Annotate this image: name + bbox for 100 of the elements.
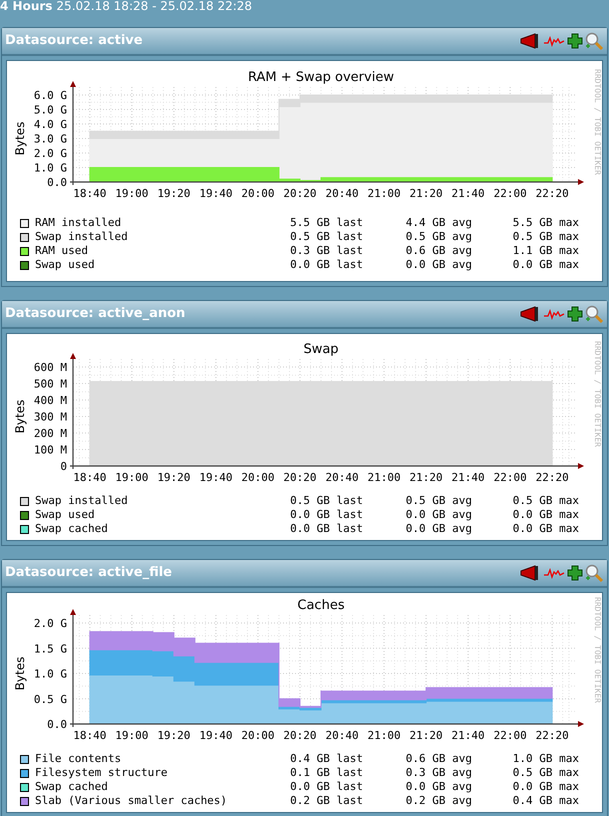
chart-title: Swap <box>303 342 339 357</box>
tick-label: 18:40 <box>73 729 106 742</box>
chart-title: Caches <box>297 598 345 613</box>
panel-title: Datasource: active_anon <box>4 305 186 324</box>
average-value: 0.0 GB avg <box>404 780 472 794</box>
axis-label: Bytes <box>13 656 27 690</box>
legend-label: File contents <box>35 752 122 766</box>
tick-label: 6.0 G <box>34 89 67 102</box>
maximum-value: 0.0 GB max <box>512 780 579 794</box>
period-range: 25.02.18 18:28 - 25.02.18 22:28 <box>56 0 252 13</box>
legend-label: Swap used <box>35 508 96 522</box>
megaphone-icon[interactable] <box>519 305 541 323</box>
average-value: 0.5 GB avg <box>404 494 472 508</box>
tick-label: 1.5 G <box>34 642 67 656</box>
tick-label: 21:20 <box>410 187 443 200</box>
tick-label: 21:20 <box>410 729 443 742</box>
tick-label: 600 M <box>34 361 67 374</box>
megaphone-icon[interactable] <box>519 32 541 50</box>
average-value: 0.2 GB avg <box>404 794 472 808</box>
tick-label: 20:40 <box>325 471 359 484</box>
tick-label: 300 M <box>34 410 67 424</box>
tick-label: 0 <box>60 460 67 473</box>
tick-label: 21:40 <box>452 187 485 200</box>
tick-label: 1.0 G <box>34 668 67 680</box>
megaphone-icon[interactable] <box>519 564 541 582</box>
tick-label: 20:20 <box>283 471 317 484</box>
average-value: 0.0 GB avg <box>404 522 472 536</box>
plus-icon[interactable] <box>567 33 583 49</box>
maximum-value: 1.0 GB max <box>512 752 579 766</box>
tick-label: 400 M <box>34 394 67 407</box>
search-icon[interactable] <box>585 305 603 323</box>
tick-label: 5.0 G <box>34 104 67 116</box>
search-icon[interactable] <box>585 32 603 50</box>
tick-label: 2.0 G <box>34 147 67 160</box>
tick-label: 19:20 <box>157 187 190 200</box>
average-value: 0.5 GB avg <box>404 230 472 244</box>
tick-label: 20:20 <box>283 729 317 742</box>
last-value: 0.0 GB last <box>289 508 363 522</box>
maximum-value: 0.0 GB max <box>512 258 579 272</box>
last-value: 0.0 GB last <box>289 258 363 272</box>
search-icon[interactable] <box>585 564 603 582</box>
tick-label: 3.0 G <box>34 132 67 146</box>
legend-label: Swap cached <box>35 780 109 794</box>
tick-label: 21:00 <box>368 729 401 742</box>
credit-text: RRDTOOL / TOBI OETIKER <box>593 69 602 175</box>
last-value: 0.5 GB last <box>289 494 363 508</box>
plus-icon[interactable] <box>567 306 583 322</box>
legend-label: RAM installed <box>35 216 122 230</box>
average-value: 0.6 GB avg <box>404 752 472 766</box>
maximum-value: 0.5 GB max <box>512 766 579 780</box>
credit-text: RRDTOOL / TOBI OETIKER <box>593 597 602 703</box>
tick-label: 2.0 G <box>34 617 67 630</box>
average-value: 0.3 GB avg <box>404 766 472 780</box>
tick-label: 20:20 <box>283 187 317 200</box>
tick-label: 22:20 <box>536 471 569 484</box>
maximum-value: 0.5 GB max <box>512 230 579 244</box>
tick-label: 22:20 <box>536 187 569 200</box>
axis-label: Bytes <box>13 122 27 156</box>
last-value: 0.1 GB last <box>289 766 363 780</box>
tick-label: 100 M <box>34 444 67 456</box>
tick-label: 4.0 G <box>34 118 67 131</box>
tick-label: 21:00 <box>368 471 401 484</box>
period-label: 4 Hours <box>0 0 52 13</box>
tick-label: 20:00 <box>241 471 274 484</box>
legend-label: Filesystem structure <box>35 766 168 780</box>
maximum-value: 5.5 GB max <box>512 216 579 230</box>
last-value: 5.5 GB last <box>289 216 363 230</box>
legend-label: Slab (Various smaller caches) <box>35 794 228 808</box>
legend-label: RAM used <box>35 244 89 258</box>
tick-label: 20:00 <box>241 187 274 200</box>
tick-label: 18:40 <box>73 187 106 200</box>
tick-label: 20:40 <box>325 187 359 200</box>
average-value: 0.6 GB avg <box>404 244 472 258</box>
last-value: 0.2 GB last <box>289 794 363 808</box>
legend-label: Swap installed <box>35 494 129 508</box>
tick-label: 21:40 <box>452 729 485 742</box>
maximum-value: 0.5 GB max <box>512 494 579 508</box>
tick-label: 19:40 <box>199 187 232 200</box>
tick-label: 22:00 <box>494 729 527 742</box>
plus-icon[interactable] <box>567 565 583 581</box>
tick-label: 0.0 <box>47 176 67 189</box>
average-value: 0.0 GB avg <box>404 258 472 272</box>
legend-label: Swap installed <box>35 230 129 244</box>
tick-label: 21:20 <box>410 471 443 484</box>
maximum-value: 0.0 GB max <box>512 508 579 522</box>
tick-label: 19:00 <box>115 729 148 742</box>
tick-label: 18:40 <box>73 471 106 484</box>
tick-label: 20:40 <box>325 729 359 742</box>
axis-label: Bytes <box>13 400 27 434</box>
last-value: 0.5 GB last <box>289 230 363 244</box>
average-value: 0.0 GB avg <box>404 508 472 522</box>
tick-label: 19:00 <box>115 471 148 484</box>
tick-label: 500 M <box>34 378 67 390</box>
tick-label: 21:40 <box>452 471 485 484</box>
panel-title: Datasource: active_file <box>4 564 172 582</box>
panel-title: Datasource: active <box>4 32 143 50</box>
legend-label: Swap cached <box>35 522 109 536</box>
tick-label: 1.0 G <box>34 162 67 174</box>
chart-title: RAM + Swap overview <box>248 70 394 85</box>
maximum-value: 0.4 GB max <box>512 794 579 808</box>
